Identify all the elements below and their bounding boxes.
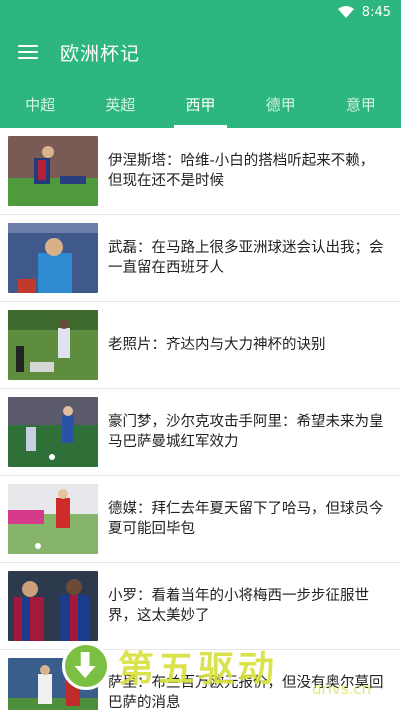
status-time: 8:45 [361,4,391,20]
article-item[interactable]: 小罗：看着当年的小将梅西一步步征服世界，这太美妙了 [0,563,401,650]
article-list[interactable]: 伊涅斯塔：哈维-小白的搭档听起来不赖，但现在还不是时候 武磊：在马路上很多亚洲球… [0,128,401,710]
tab-yijia[interactable]: 意甲 [321,80,401,128]
tab-dejia[interactable]: 德甲 [241,80,321,128]
article-title: 小罗：看着当年的小将梅西一步步征服世界，这太美妙了 [108,588,369,624]
article-thumbnail [8,397,98,467]
menu-icon[interactable] [18,45,38,59]
article-thumbnail [8,658,98,710]
article-title: 萨里：布兰百万欧元报价，但没有奥尔莫回巴萨的消息 [108,675,384,710]
status-bar: 8:45 [0,0,401,24]
article-thumbnail [8,484,98,554]
tab-xijia[interactable]: 西甲 [160,80,240,128]
article-item[interactable]: 武磊：在马路上很多亚洲球迷会认出我；会一直留在西班牙人 [0,215,401,302]
article-title: 武磊：在马路上很多亚洲球迷会认出我；会一直留在西班牙人 [108,240,384,276]
tab-yingchao[interactable]: 英超 [80,80,160,128]
app-bar: 欧洲杯记 [0,24,401,80]
article-title: 豪门梦，沙尔克攻击手阿里：希望未来为皇马巴萨曼城红军效力 [108,414,384,450]
article-title: 伊涅斯塔：哈维-小白的搭档听起来不赖，但现在还不是时候 [108,153,375,189]
article-title: 老照片：齐达内与大力神杯的诀别 [108,337,326,353]
article-item[interactable]: 伊涅斯塔：哈维-小白的搭档听起来不赖，但现在还不是时候 [0,128,401,215]
article-item[interactable]: 萨里：布兰百万欧元报价，但没有奥尔莫回巴萨的消息 [0,650,401,710]
article-title: 德媒：拜仁去年夏天留下了哈马，但球员今夏可能回毕包 [108,501,384,537]
tab-zhongchao[interactable]: 中超 [0,80,80,128]
article-thumbnail [8,223,98,293]
article-item[interactable]: 豪门梦，沙尔克攻击手阿里：希望未来为皇马巴萨曼城红军效力 [0,389,401,476]
tab-bar: 中超 英超 西甲 德甲 意甲 [0,80,401,128]
article-thumbnail [8,136,98,206]
article-thumbnail [8,310,98,380]
article-item[interactable]: 德媒：拜仁去年夏天留下了哈马，但球员今夏可能回毕包 [0,476,401,563]
article-thumbnail [8,571,98,641]
app-title: 欧洲杯记 [60,42,141,65]
article-item[interactable]: 老照片：齐达内与大力神杯的诀别 [0,302,401,389]
wifi-icon [337,6,354,18]
